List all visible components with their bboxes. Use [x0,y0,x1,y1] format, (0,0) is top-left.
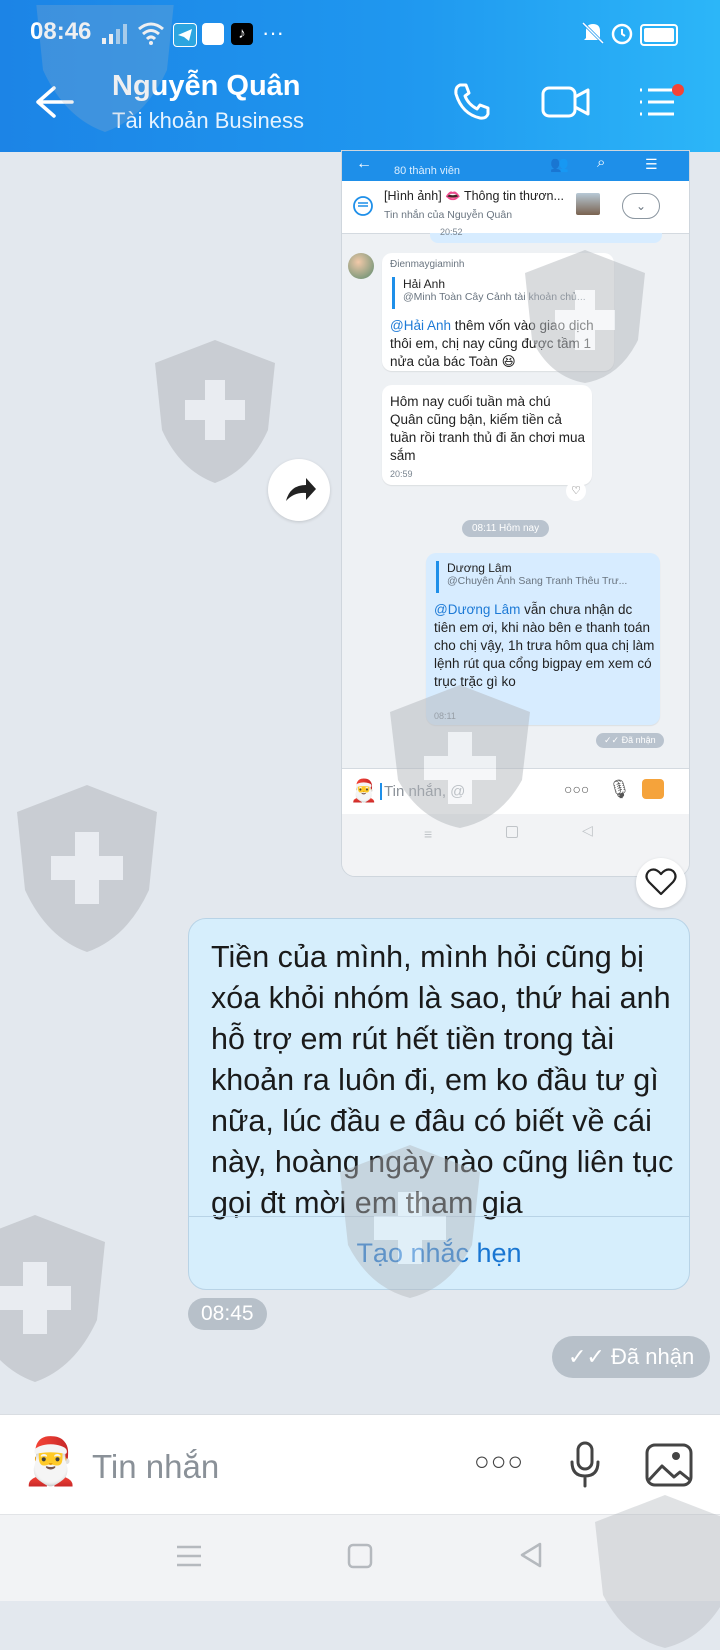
image-icon [642,779,664,799]
received-label: Đã nhận [621,735,656,745]
double-check-icon: ✓✓ [568,1344,605,1369]
message-text: @Dương Lâm vẫn chưa nhận dc tiên em ơi, … [434,601,656,691]
date-separator: 08:11 Hôm nay [462,520,550,537]
prev-message-tail [430,233,662,243]
react-heart-button[interactable] [636,858,686,908]
heart-icon: ♡ [566,481,586,501]
watermark-shield-icon [525,250,645,383]
chat-bubble-icon [353,196,373,216]
quoted-name: Dương Lâm [447,561,512,575]
heart-icon [645,868,677,896]
santa-sticker-icon[interactable]: 🎅 [22,1436,79,1486]
screenshot-message-2: Hôm nay cuối tuần mà chú Quân cũng bận, … [382,385,592,485]
screenshot-group-header: ← 80 thành viên 👥 ⌕ ☰ [342,151,689,181]
watermark-shield-icon [155,340,275,483]
watermark-shield-icon [36,5,174,132]
received-label: Đã nhận [611,1344,695,1369]
back-arrow-icon: ← [356,155,372,172]
more-icon: ○○○ [564,781,590,797]
chevron-down-icon: ⌄ [622,193,660,219]
received-status: ✓✓ Đã nhận [596,733,664,748]
watermark-shield-icon [0,1215,105,1382]
phone-call-icon[interactable] [450,80,494,124]
menu-icon: ☰ [645,156,658,172]
microphone-icon: 🎙 [608,779,631,799]
message-time: 08:45 [188,1298,267,1330]
alarm-icon [611,23,633,45]
watermark-shield-icon [390,685,530,828]
forward-button[interactable] [268,459,330,521]
mute-bell-icon [581,21,605,45]
quoted-text: @Chuyên Ảnh Sang Tranh Thêu Trư... [447,575,628,587]
pinned-thumbnail [576,193,600,215]
menu-icon[interactable] [636,84,684,122]
group-member-count: 80 thành viên [394,165,461,177]
search-icon: ⌕ [597,154,606,171]
message-input[interactable]: Tin nhắn [92,1448,219,1486]
image-gallery-icon[interactable] [644,1442,694,1488]
mention: @Hải Anh [390,318,451,333]
back-icon[interactable] [516,1540,546,1570]
message-text: Hôm nay cuối tuần mà chú Quân cũng bận, … [390,394,585,463]
pinned-message-sub: Tin nhắn của Nguyễn Quân [384,209,513,221]
recent-apps-icon[interactable] [174,1542,204,1570]
watermark-shield-icon [17,785,157,952]
members-icon: 👥 [550,156,569,173]
back-icon: ◁ [582,822,593,838]
prev-message-time: 20:52 [440,227,463,237]
tiktok-icon: ♪ [231,23,253,45]
message-time: 20:59 [390,469,413,479]
santa-sticker-icon: 🎅 [350,778,378,803]
pinned-message-text: [Hình ảnh] 👄 Thông tin thươn... [384,189,564,203]
quoted-reply: Dương Lâm @Chuyên Ảnh Sang Tranh Thêu Tr… [436,561,661,593]
microphone-icon[interactable] [568,1440,602,1490]
pinned-message-bar: [Hình ảnh] 👄 Thông tin thươn... Tin nhắn… [342,181,689,234]
sender-avatar [348,253,374,279]
battery-icon [640,24,678,46]
more-notifications-icon: ··· [262,20,284,45]
received-status-badge: ✓✓ Đã nhận [552,1336,711,1378]
sender-name: Đienmaygiaminh [390,259,465,270]
video-call-icon[interactable] [540,82,592,122]
mention: @Dương Lâm [434,602,521,617]
share-arrow-icon [286,478,316,501]
app-notification-icon [202,23,224,45]
home-icon[interactable] [346,1542,374,1570]
watermark-shield-icon [340,1145,480,1298]
watermark-shield-icon [595,1495,720,1648]
more-options-icon[interactable]: ○○○ [474,1446,524,1477]
